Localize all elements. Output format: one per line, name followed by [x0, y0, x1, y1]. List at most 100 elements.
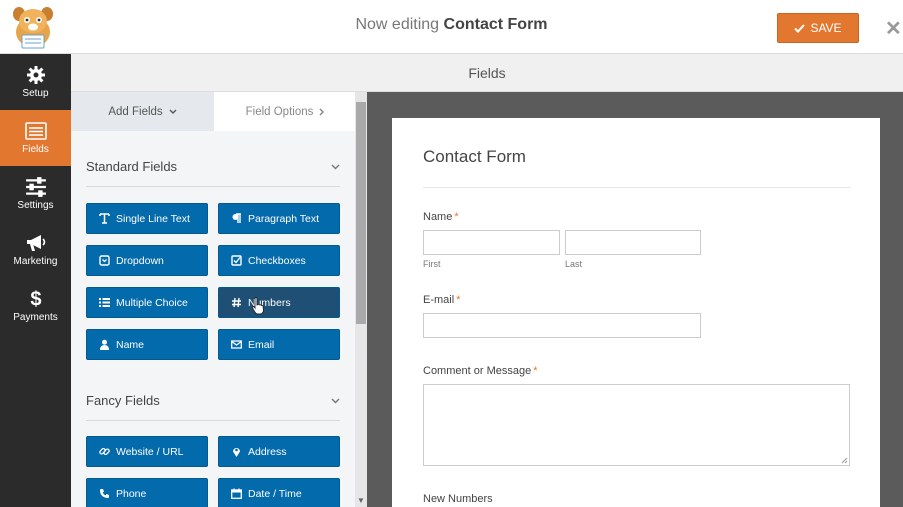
- numbers-label-text: New Numbers: [423, 493, 493, 505]
- svg-text:$: $: [30, 289, 41, 309]
- name-label-text: Name: [423, 211, 453, 223]
- nav-item-setup[interactable]: Setup: [0, 54, 71, 110]
- section-header: Fields: [71, 54, 903, 92]
- required-mark: *: [456, 294, 461, 306]
- email-label-text: E-mail: [423, 294, 455, 306]
- nav-label-fields: Fields: [22, 144, 49, 155]
- user-icon: [100, 339, 109, 350]
- gear-icon: [26, 66, 45, 84]
- hash-icon: [232, 297, 241, 308]
- scroll-down-icon[interactable]: ▼: [357, 496, 365, 505]
- chevron-down-icon: [331, 398, 340, 403]
- button-label: Paragraph Text: [248, 212, 320, 225]
- nav-item-fields[interactable]: Fields: [0, 110, 71, 166]
- resize-handle-icon[interactable]: [841, 457, 848, 464]
- tab-add-fields[interactable]: Add Fields: [71, 92, 214, 131]
- standard-fields-title: Standard Fields: [86, 159, 178, 174]
- numbers-field-label[interactable]: New Numbers: [423, 493, 493, 505]
- name-field-label[interactable]: Name *: [423, 211, 459, 223]
- last-sublabel: Last: [565, 259, 583, 269]
- multiple-choice-button[interactable]: Multiple Choice: [86, 287, 208, 318]
- website-url-button[interactable]: Website / URL: [86, 436, 208, 467]
- form-name: Contact Form: [443, 16, 548, 33]
- dropdown-icon: [99, 255, 110, 266]
- standard-fields-header[interactable]: Standard Fields: [86, 147, 340, 187]
- envelope-icon: [231, 340, 242, 349]
- button-label: Single Line Text: [116, 212, 190, 225]
- nav-item-payments[interactable]: $ Payments: [0, 278, 71, 334]
- paragraph-text-button[interactable]: Paragraph Text: [218, 203, 340, 234]
- comment-textarea[interactable]: [423, 384, 850, 466]
- button-label: Address: [248, 445, 287, 458]
- megaphone-icon: [26, 235, 45, 251]
- button-label: Phone: [116, 487, 147, 500]
- panel-scrollbar[interactable]: ▼: [355, 92, 367, 507]
- email-button[interactable]: Email: [218, 329, 340, 360]
- numbers-button[interactable]: Numbers: [218, 287, 340, 318]
- phone-icon: [100, 489, 109, 498]
- button-label: Multiple Choice: [116, 296, 188, 309]
- last-name-input[interactable]: [565, 230, 701, 255]
- checkbox-icon: [231, 255, 242, 266]
- fields-panel: Add Fields Field Options Standard Fields…: [71, 92, 357, 507]
- tab-field-options[interactable]: Field Options: [214, 92, 357, 131]
- scrollbar-thumb[interactable]: [356, 102, 366, 324]
- text-cursor-icon: [99, 213, 110, 224]
- chevron-down-icon: [169, 109, 177, 114]
- required-mark: *: [533, 365, 538, 377]
- name-button[interactable]: Name: [86, 329, 208, 360]
- panel-tabs: Add Fields Field Options: [71, 92, 357, 131]
- button-label: Dropdown: [116, 254, 164, 267]
- button-label: Website / URL: [116, 445, 184, 458]
- save-button[interactable]: SAVE: [777, 13, 859, 43]
- paragraph-icon: [232, 213, 241, 223]
- list-bullets-icon: [99, 298, 110, 307]
- title-prefix: Now editing: [355, 16, 440, 33]
- sliders-icon: [25, 177, 46, 197]
- map-pin-icon: [233, 448, 240, 457]
- required-mark: *: [454, 211, 459, 223]
- chevron-right-icon: [319, 108, 325, 115]
- page-title: Now editing Contact Form: [0, 16, 903, 34]
- left-nav: Setup Fields Settings Marketing $ Paymen…: [0, 54, 71, 507]
- button-label: Date / Time: [248, 487, 302, 500]
- comment-field-label[interactable]: Comment or Message *: [423, 365, 538, 377]
- phone-button[interactable]: Phone: [86, 478, 208, 507]
- close-icon[interactable]: ✕: [885, 16, 902, 41]
- chevron-down-icon: [331, 164, 340, 169]
- email-field-label[interactable]: E-mail *: [423, 294, 460, 306]
- form-preview: Contact Form Name * First Last E-mail * Co…: [392, 118, 880, 507]
- comment-label-text: Comment or Message: [423, 365, 532, 377]
- email-input[interactable]: [423, 313, 701, 338]
- dropdown-button[interactable]: Dropdown: [86, 245, 208, 276]
- nav-label-setup: Setup: [22, 88, 49, 99]
- fancy-fields-header[interactable]: Fancy Fields: [86, 381, 340, 421]
- link-icon: [99, 447, 110, 456]
- button-label: Checkboxes: [248, 254, 306, 267]
- checkboxes-button[interactable]: Checkboxes: [218, 245, 340, 276]
- fancy-fields-title: Fancy Fields: [86, 393, 160, 408]
- form-title: Contact Form: [423, 147, 526, 166]
- address-button[interactable]: Address: [218, 436, 340, 467]
- save-label: SAVE: [810, 21, 842, 35]
- nav-item-marketing[interactable]: Marketing: [0, 222, 71, 278]
- button-label: Name: [116, 338, 145, 351]
- single-line-text-button[interactable]: Single Line Text: [86, 203, 208, 234]
- calendar-icon: [231, 488, 242, 499]
- hand-cursor-icon: [251, 297, 264, 315]
- date-time-button[interactable]: Date / Time: [218, 478, 340, 507]
- list-icon: [24, 122, 47, 140]
- dollar-icon: $: [30, 289, 41, 309]
- check-icon: [794, 23, 806, 33]
- nav-label-settings: Settings: [17, 200, 54, 211]
- form-divider: [423, 187, 850, 188]
- first-name-input[interactable]: [423, 230, 560, 255]
- top-bar: Now editing Contact Form SAVE ✕: [0, 0, 903, 54]
- button-label: Email: [248, 338, 275, 351]
- tab-field-options-label: Field Options: [245, 105, 314, 118]
- nav-label-marketing: Marketing: [13, 256, 58, 267]
- nav-item-settings[interactable]: Settings: [0, 166, 71, 222]
- tab-add-fields-label: Add Fields: [108, 105, 163, 118]
- first-sublabel: First: [423, 259, 441, 269]
- nav-label-payments: Payments: [13, 312, 58, 323]
